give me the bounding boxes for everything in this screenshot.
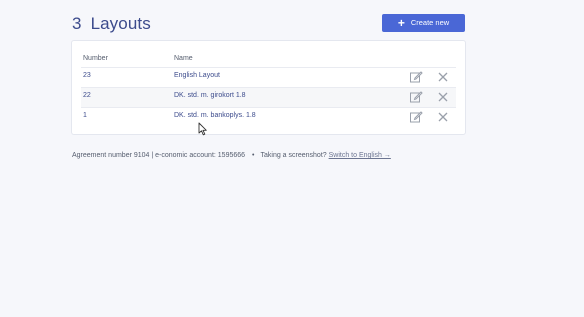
page-header: 3 Layouts + Create new (72, 14, 465, 36)
plus-icon: + (397, 16, 405, 30)
switch-language-link[interactable]: Switch to English → (329, 152, 391, 159)
row-name-link[interactable]: English Layout (174, 72, 220, 79)
column-header-number: Number (83, 55, 108, 62)
edit-icon[interactable] (409, 90, 423, 104)
layouts-page: 3 Layouts + Create new Number Name 23 Eng… (0, 0, 584, 317)
create-new-button[interactable]: + Create new (382, 14, 465, 32)
create-new-label: Create new (410, 18, 450, 27)
table-header: Number Name (72, 41, 465, 67)
edit-icon[interactable] (409, 70, 423, 84)
agreement-info: Agreement number 9104 | e-conomic accoun… (72, 152, 246, 159)
row-name-link[interactable]: DK. std. m. bankoplys. 1.8 (174, 112, 256, 119)
footer-separator: • (252, 152, 255, 159)
table-row: 1 DK. std. m. bankoplys. 1.8 (81, 107, 456, 127)
layout-count: 3 (72, 14, 82, 33)
layouts-table: Number Name 23 English Layout 22 DK. std… (72, 41, 465, 134)
table-row: 23 English Layout (81, 67, 456, 87)
mouse-cursor-icon (198, 122, 208, 136)
screenshot-prompt: Taking a screenshot? (260, 152, 327, 159)
edit-icon[interactable] (409, 110, 423, 124)
delete-icon[interactable] (436, 90, 450, 104)
delete-icon[interactable] (436, 70, 450, 84)
column-header-name: Name (174, 55, 193, 62)
table-row: 22 DK. std. m. girokort 1.8 (81, 87, 456, 107)
delete-icon[interactable] (436, 110, 450, 124)
footer: Agreement number 9104 | e-conomic accoun… (72, 152, 391, 159)
page-title: 3 Layouts (72, 13, 151, 35)
row-number: 22 (83, 92, 91, 99)
page-title-text: Layouts (90, 14, 151, 33)
row-number: 23 (83, 72, 91, 79)
row-name-link[interactable]: DK. std. m. girokort 1.8 (174, 92, 246, 99)
row-number: 1 (83, 112, 87, 119)
